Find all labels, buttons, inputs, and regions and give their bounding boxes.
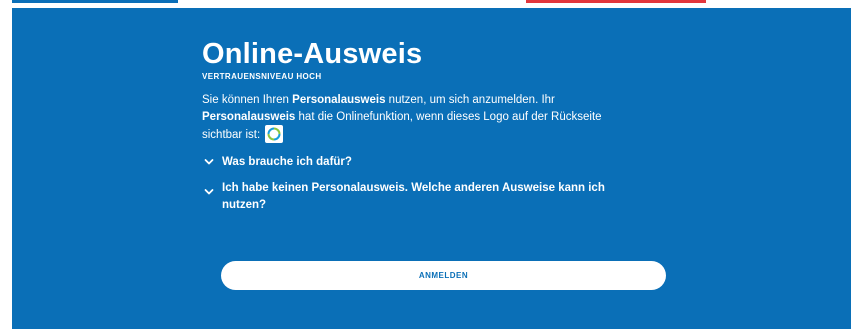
- description-text: Sie können Ihren Personalausweis nutzen,…: [202, 92, 642, 144]
- page-title: Online-Ausweis: [202, 38, 423, 70]
- info-accordion: Was brauche ich dafür? Ich habe keinen P…: [202, 154, 672, 214]
- chevron-down-icon: [204, 189, 214, 195]
- description-bold-1: Personalausweis: [292, 94, 386, 106]
- accordion-item-requirements[interactable]: Was brauche ich dafür?: [202, 154, 672, 171]
- trust-level-label: VERTRAUENSNIVEAU HOCH: [202, 72, 322, 81]
- description-bold-2: Personalausweis: [202, 111, 296, 123]
- description-part-1: Sie können Ihren: [202, 94, 293, 106]
- online-ausweis-panel: Online-Ausweis VERTRAUENSNIVEAU HOCH Sie…: [12, 8, 851, 329]
- accordion-item-label: Was brauche ich dafür?: [222, 156, 352, 169]
- login-button[interactable]: ANMELDEN: [221, 261, 666, 290]
- top-tab-indicator-blue: [12, 0, 178, 3]
- accordion-item-label: Ich habe keinen Personalausweis. Welche …: [222, 182, 605, 212]
- panel-content: Online-Ausweis VERTRAUENSNIVEAU HOCH Sie…: [202, 38, 672, 223]
- eid-logo-icon: [265, 125, 284, 143]
- description-part-2: nutzen, um sich anzumelden. Ihr: [385, 94, 555, 106]
- page: Online-Ausweis VERTRAUENSNIVEAU HOCH Sie…: [0, 0, 859, 329]
- chevron-down-icon: [204, 159, 214, 165]
- top-tab-indicator-red: [526, 0, 706, 3]
- accordion-item-other-ids[interactable]: Ich habe keinen Personalausweis. Welche …: [202, 180, 672, 214]
